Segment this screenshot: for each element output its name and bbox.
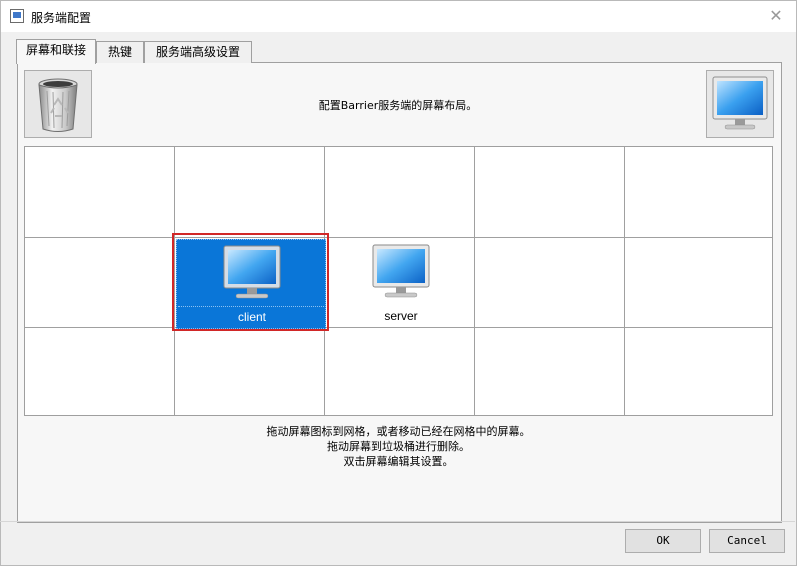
layout-hint: 配置Barrier服务端的屏幕布局。 [318, 99, 478, 112]
screen-server[interactable]: server [326, 239, 476, 329]
monitor-icon [372, 244, 430, 298]
grid-line [624, 147, 625, 415]
tab-screens-and-links[interactable]: 屏幕和联接 [16, 39, 96, 64]
close-button[interactable]: ✕ [766, 6, 786, 26]
ok-button[interactable]: OK [625, 529, 701, 553]
window-title: 服务端配置 [31, 11, 92, 25]
close-icon: ✕ [769, 6, 783, 25]
instruction-line: 双击屏幕编辑其设置。 [343, 455, 454, 468]
cancel-button[interactable]: Cancel [709, 529, 785, 553]
tab-advanced-server-settings[interactable]: 服务端高级设置 [144, 41, 252, 63]
recycle-bin-icon [38, 78, 78, 132]
screen-grid[interactable]: client server [24, 146, 773, 416]
grid-line [25, 237, 772, 238]
screen-name-server: server [384, 309, 418, 323]
tab-hotkeys[interactable]: 热键 [96, 41, 144, 63]
instruction-line: 拖动屏幕到垃圾桶进行删除。 [327, 440, 470, 453]
instruction-line: 拖动屏幕图标到网格，或者移动已经在网格中的屏幕。 [266, 425, 531, 438]
monitor-icon [712, 76, 768, 130]
trash-button[interactable] [24, 70, 92, 138]
selection-highlight [172, 233, 329, 331]
button-bar-divider [0, 521, 795, 522]
new-screen-button[interactable] [706, 70, 774, 138]
app-icon [10, 9, 24, 23]
instructions: 拖动屏幕图标到网格，或者移动已经在网格中的屏幕。 拖动屏幕到垃圾桶进行删除。 双… [17, 424, 780, 469]
title-bar: 服务端配置 ✕ [1, 1, 796, 32]
